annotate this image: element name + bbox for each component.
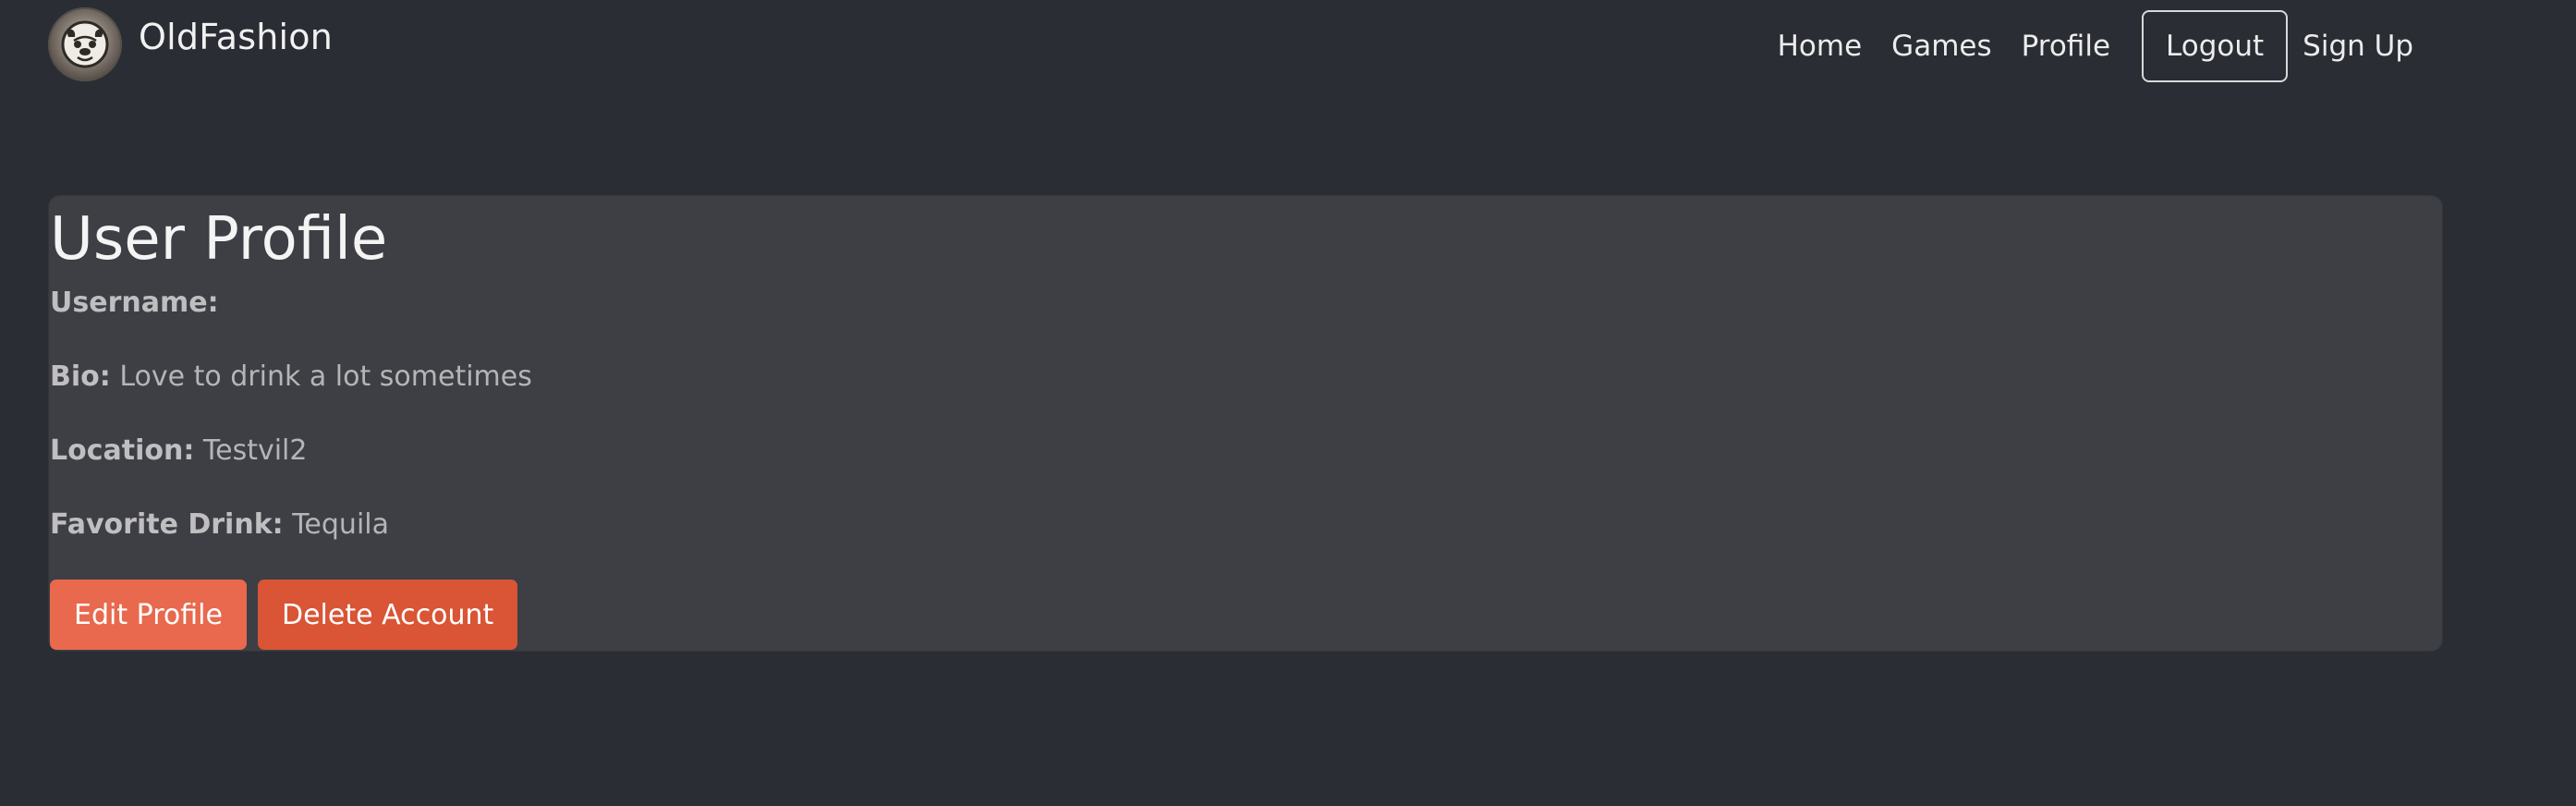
bio-label: Bio: xyxy=(50,360,111,393)
page-title: User Profile xyxy=(50,205,388,274)
location-row: Location: Testvil2 xyxy=(50,434,307,467)
delete-account-button[interactable]: Delete Account xyxy=(258,580,518,650)
nav-link-profile[interactable]: Profile xyxy=(2007,10,2125,82)
brand-name: OldFashion xyxy=(139,17,334,57)
location-value: Testvil2 xyxy=(202,434,308,467)
navbar: OldFashion Home Games Profile Logout Sig… xyxy=(0,0,2576,92)
username-row: Username: xyxy=(50,287,219,319)
pug-logo-icon xyxy=(48,7,122,81)
nav-link-home[interactable]: Home xyxy=(1763,10,1877,82)
favorite-drink-value: Tequila xyxy=(292,508,389,541)
bio-row: Bio: Love to drink a lot sometimes xyxy=(50,360,532,393)
edit-profile-button[interactable]: Edit Profile xyxy=(50,580,247,650)
username-label: Username: xyxy=(50,287,219,319)
location-label: Location: xyxy=(50,434,195,467)
nav-link-signup[interactable]: Sign Up xyxy=(2288,10,2428,82)
brand-link[interactable]: OldFashion xyxy=(48,7,333,81)
nav-link-games[interactable]: Games xyxy=(1877,10,2006,82)
bio-value: Love to drink a lot sometimes xyxy=(119,360,532,393)
favorite-drink-label: Favorite Drink: xyxy=(50,508,284,541)
profile-card: User Profile Username: Bio: Love to drin… xyxy=(49,196,2442,651)
nav-links: Home Games Profile Logout Sign Up xyxy=(1763,10,2428,82)
logout-button[interactable]: Logout xyxy=(2142,10,2289,82)
favorite-drink-row: Favorite Drink: Tequila xyxy=(50,508,389,541)
